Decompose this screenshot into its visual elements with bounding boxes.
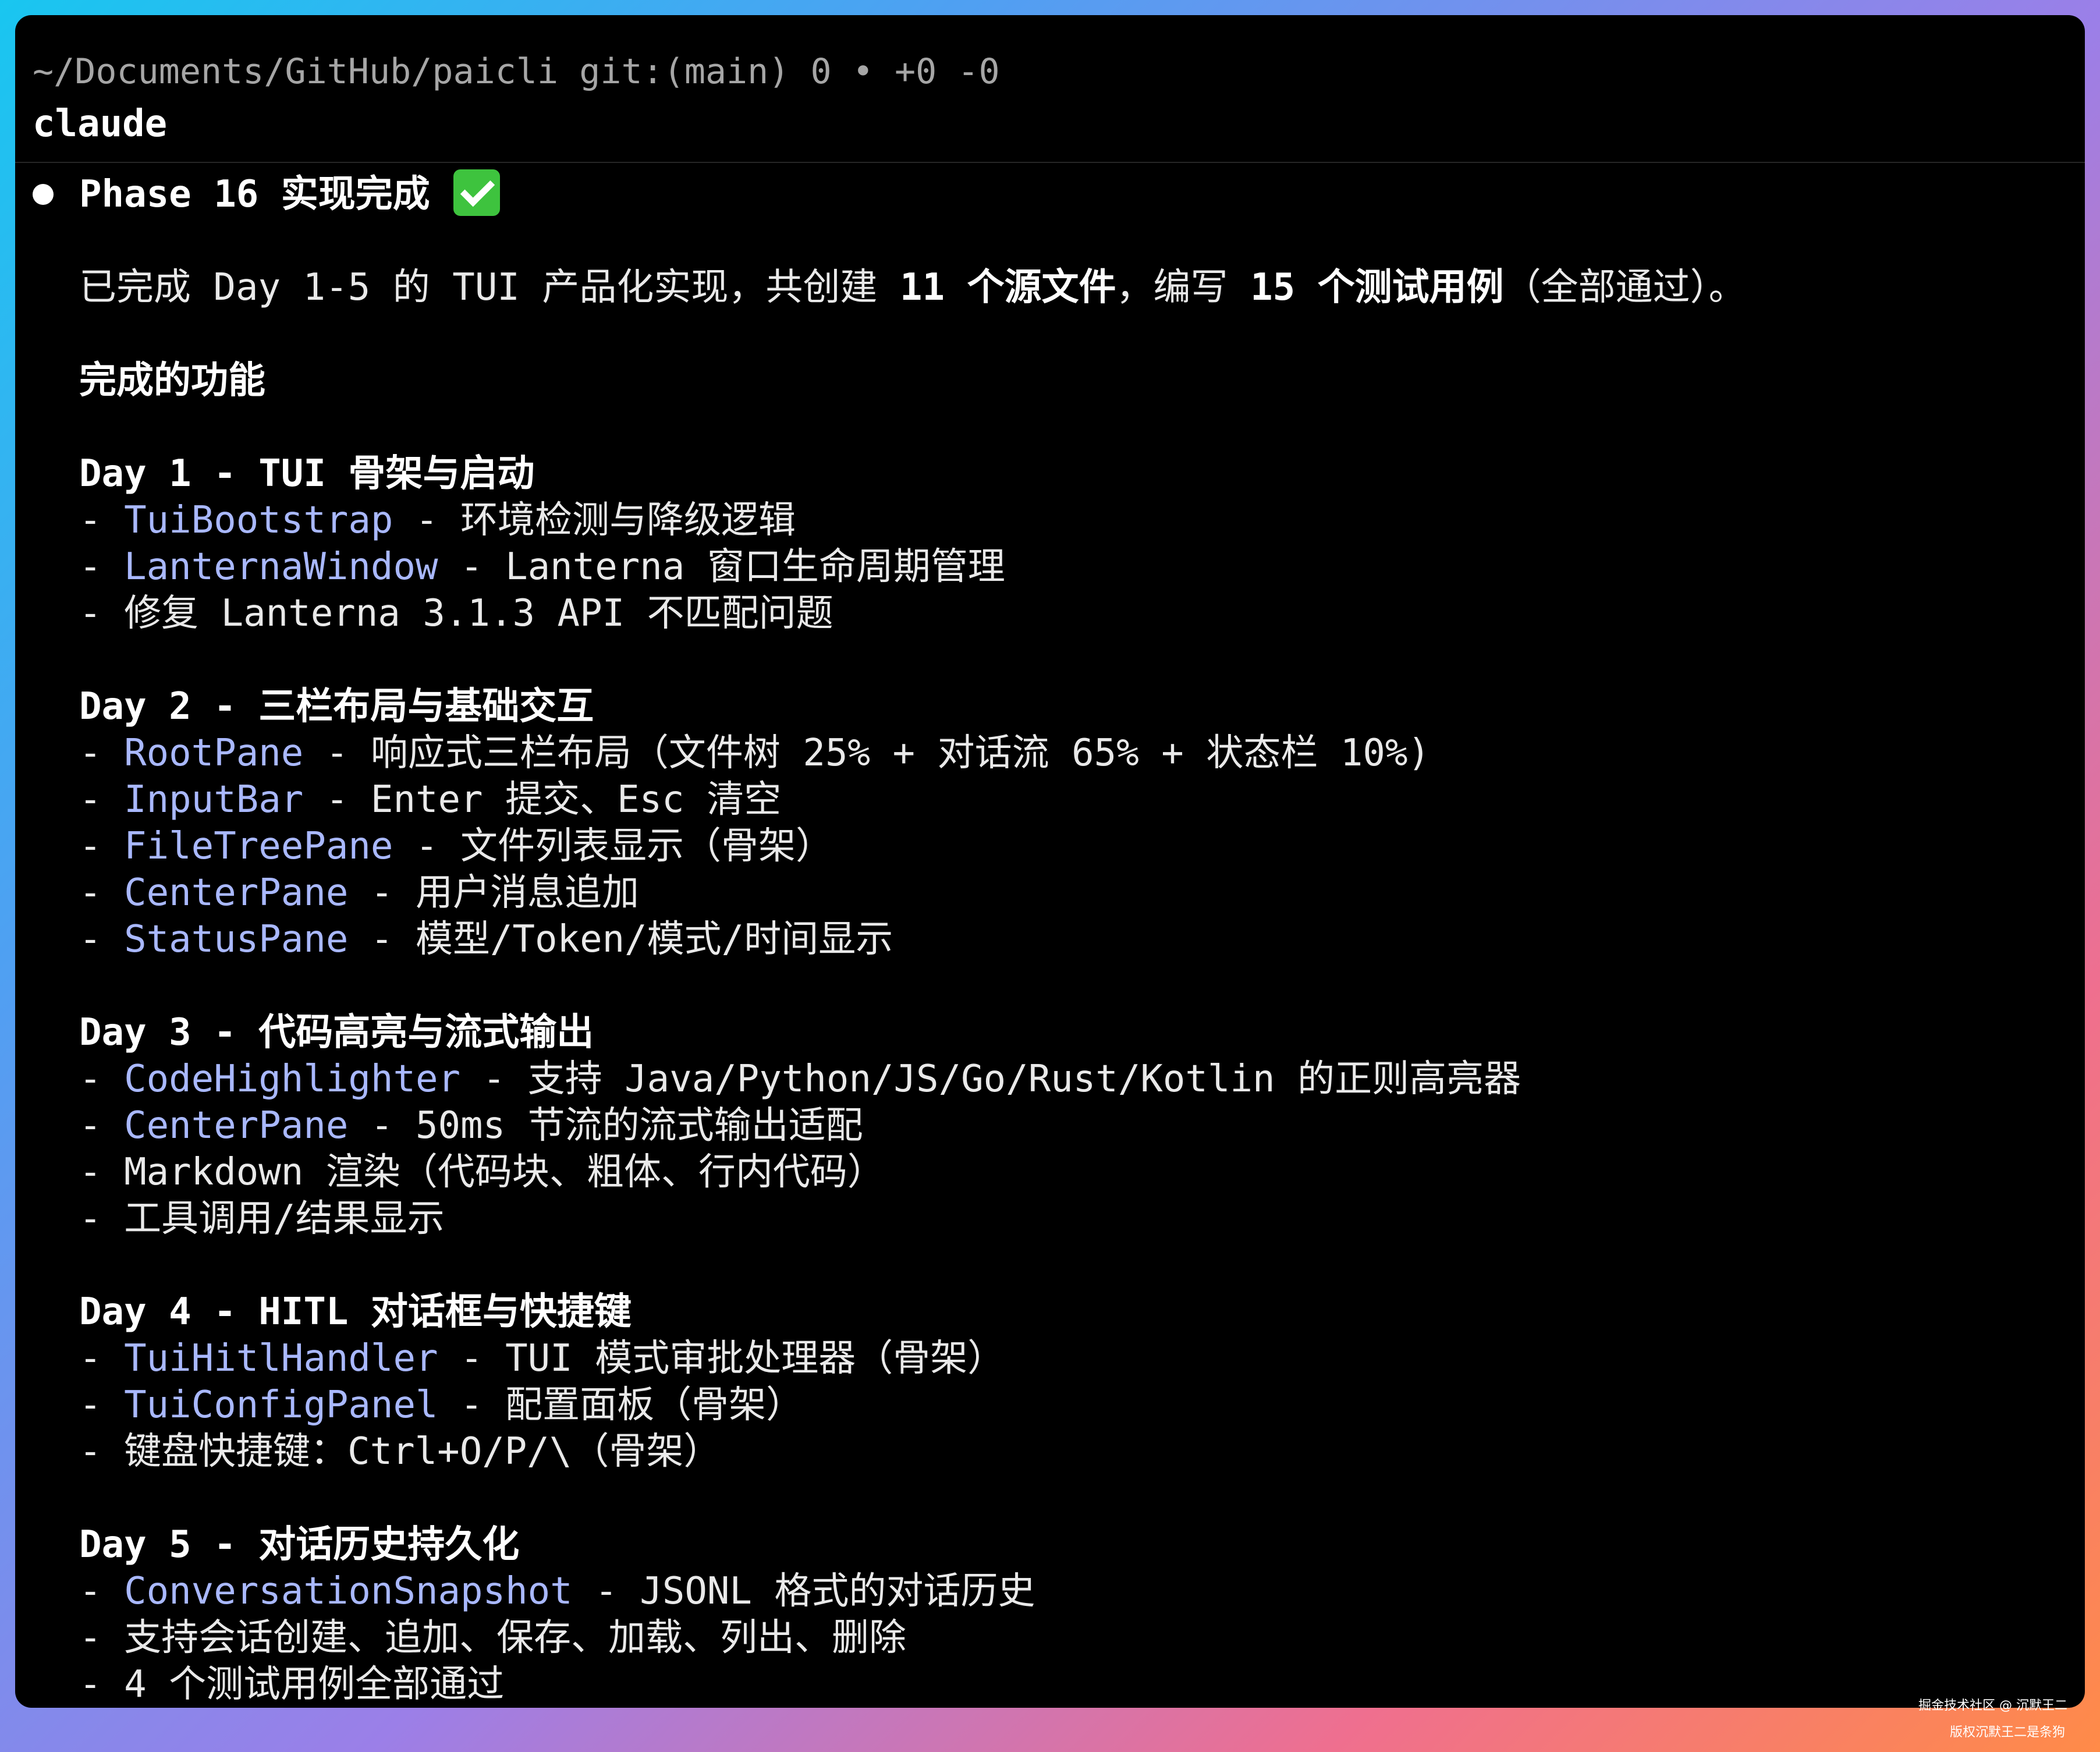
list-item: - TuiConfigPanel - 配置面板（骨架） [79,1384,804,1427]
item-text: 修复 Lanterna 3.1.3 API 不匹配问题 [124,592,833,635]
item-text: - 用户消息追加 [348,871,639,914]
list-item: - CodeHighlighter - 支持 Java/Python/JS/Go… [79,1058,1521,1101]
bullet-icon [33,184,54,205]
item-text: - TUI 模式审批处理器（骨架） [438,1337,1005,1380]
check-mark-button-icon [453,169,500,217]
list-item: - Markdown 渲染（代码块、粗体、行内代码） [79,1151,885,1194]
class-name: TuiConfigPanel [124,1384,438,1427]
list-item: - FileTreePane - 文件列表显示（骨架） [79,825,833,868]
list-item: - CenterPane - 用户消息追加 [79,871,639,914]
list-item: - StatusPane - 模型/Token/模式/时间显示 [79,918,893,961]
section-heading: 完成的功能 [79,359,265,402]
terminal-header: ~/Documents/GitHub/paicli git:(main) 0 •… [15,15,2085,163]
watermark-text-2: 版权沉默王二是条狗 [1949,1725,2065,1740]
item-text: - 支持 Java/Python/JS/Go/Rust/Kotlin 的正则高亮… [460,1058,1521,1101]
item-text: - 环境检测与降级逻辑 [393,499,796,542]
phase-title: Phase 16 实现完成 [79,169,500,219]
source-file-count: 11 个源文件 [899,266,1116,309]
class-name: TuiHitlHandler [124,1337,438,1380]
list-item: - LanternaWindow - Lanterna 窗口生命周期管理 [79,545,1005,588]
summary-line: 已完成 Day 1-5 的 TUI 产品化实现，共创建 11 个源文件，编写 1… [79,264,1746,311]
item-text: 键盘快捷键：Ctrl+O/P/\（骨架） [124,1430,721,1473]
item-text: - 配置面板（骨架） [438,1384,804,1427]
class-name: InputBar [124,778,304,821]
command-text: claude [33,102,168,146]
day-heading: Day 5 - 对话历史持久化 [79,1523,520,1566]
terminal-window: ~/Documents/GitHub/paicli git:(main) 0 •… [15,15,2085,1708]
class-name: LanternaWindow [124,545,438,588]
day-heading: Day 1 - TUI 骨架与启动 [79,452,535,495]
class-name: TuiBootstrap [124,499,393,542]
list-item: - 修复 Lanterna 3.1.3 API 不匹配问题 [79,592,833,635]
watermark-text: 掘金技术社区 @ 沉默王二 [1918,1698,2067,1713]
list-item: - 4 个测试用例全部通过 [79,1663,505,1706]
summary-text-end: （全部通过）。 [1503,266,1746,309]
item-text: - JSONL 格式的对话历史 [572,1570,1035,1613]
test-case-count: 15 个测试用例 [1250,266,1504,309]
class-name: FileTreePane [124,825,393,868]
summary-text: 已完成 Day 1-5 的 TUI 产品化实现，共创建 [79,266,900,309]
item-text: 工具调用/结果显示 [124,1197,445,1240]
list-item: - CenterPane - 50ms 节流的流式输出适配 [79,1104,863,1147]
list-item: - 工具调用/结果显示 [79,1197,445,1240]
item-text: Markdown 渲染（代码块、粗体、行内代码） [124,1151,885,1194]
class-name: ConversationSnapshot [124,1570,573,1613]
list-item: - ConversationSnapshot - JSONL 格式的对话历史 [79,1570,1035,1613]
day-heading: Day 4 - HITL 对话框与快捷键 [79,1290,632,1333]
item-text: - 文件列表显示（骨架） [393,825,833,868]
class-name: CenterPane [124,871,349,914]
day-heading: Day 2 - 三栏布局与基础交互 [79,685,594,728]
list-item: - 键盘快捷键：Ctrl+O/P/\（骨架） [79,1430,721,1473]
item-text: - 响应式三栏布局（文件树 25% + 对话流 65% + 状态栏 10%) [303,732,1430,775]
day-heading: Day 3 - 代码高亮与流式输出 [79,1011,594,1054]
summary-text-mid: ，编写 [1116,266,1251,309]
class-name: RootPane [124,732,304,775]
list-item: - 支持会话创建、追加、保存、加载、列出、删除 [79,1616,907,1659]
list-item: - TuiHitlHandler - TUI 模式审批处理器（骨架） [79,1337,1005,1380]
item-text: 支持会话创建、追加、保存、加载、列出、删除 [124,1616,907,1659]
prompt-path: ~/Documents/GitHub/paicli git:(main) 0 •… [33,51,1000,92]
item-text: - 模型/Token/模式/时间显示 [348,918,893,961]
list-item: - TuiBootstrap - 环境检测与降级逻辑 [79,499,796,542]
class-name: StatusPane [124,918,349,961]
class-name: CodeHighlighter [124,1058,461,1101]
item-text: - Lanterna 窗口生命周期管理 [438,545,1005,588]
phase-title-text: Phase 16 实现完成 [79,173,430,216]
item-text: - Enter 提交、Esc 清空 [303,778,782,821]
list-item: - InputBar - Enter 提交、Esc 清空 [79,778,782,821]
list-item: - RootPane - 响应式三栏布局（文件树 25% + 对话流 65% +… [79,732,1430,775]
item-text: 4 个测试用例全部通过 [124,1663,505,1706]
class-name: CenterPane [124,1104,349,1147]
item-text: - 50ms 节流的流式输出适配 [348,1104,863,1147]
